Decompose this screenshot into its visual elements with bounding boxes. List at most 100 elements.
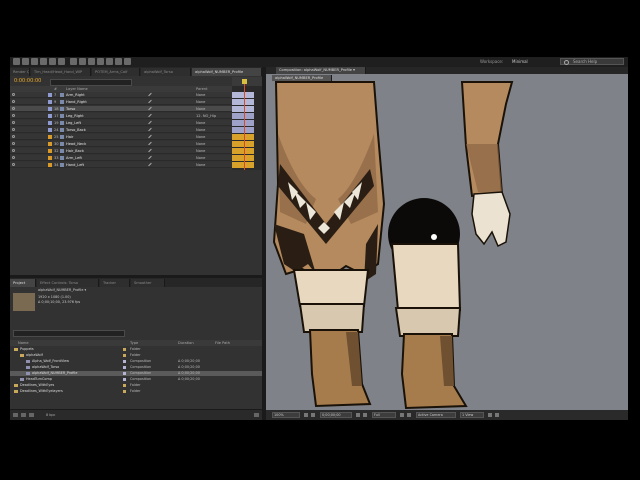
- camera-tool-icon[interactable]: [49, 58, 56, 65]
- layer-duration-bar[interactable]: [232, 92, 254, 98]
- pen-tool-icon[interactable]: [70, 58, 77, 65]
- label-tag[interactable]: [123, 348, 126, 351]
- pick-whip-icon[interactable]: [148, 106, 152, 111]
- pick-whip-icon[interactable]: [148, 120, 152, 125]
- layer-duration-bar[interactable]: [232, 106, 254, 112]
- parent-dropdown[interactable]: None: [196, 92, 205, 98]
- layer-row[interactable]: 18 Torso None: [10, 106, 232, 112]
- label-tag[interactable]: [123, 366, 126, 369]
- layer-name[interactable]: Torso: [66, 106, 75, 112]
- project-item-name[interactable]: Puppets: [20, 347, 34, 352]
- label-color-swatch[interactable]: [48, 114, 52, 118]
- timeline-timecode[interactable]: 0:00:00:00: [14, 78, 41, 85]
- layer-duration-bar[interactable]: [232, 162, 254, 168]
- transparency-grid-icon[interactable]: [407, 413, 411, 417]
- layer-duration-bar[interactable]: [232, 134, 254, 140]
- col-duration[interactable]: Duration: [178, 340, 194, 346]
- pick-whip-icon[interactable]: [148, 148, 152, 153]
- layer-name[interactable]: Hand_Right: [66, 99, 87, 105]
- label-tag[interactable]: [123, 354, 126, 357]
- visibility-eye-icon[interactable]: [12, 156, 15, 159]
- parent-dropdown[interactable]: None: [196, 155, 205, 161]
- layer-row[interactable]: 7 Arm_Right None: [10, 92, 232, 98]
- layer-name[interactable]: Leg_Right: [66, 113, 84, 119]
- parent-dropdown[interactable]: None: [196, 120, 205, 126]
- label-color-swatch[interactable]: [48, 121, 52, 125]
- parent-dropdown[interactable]: None: [196, 106, 205, 112]
- label-tag[interactable]: [123, 384, 126, 387]
- roto-brush-tool-icon[interactable]: [115, 58, 122, 65]
- visibility-eye-icon[interactable]: [12, 114, 15, 117]
- layer-row[interactable]: 30 Head_Neck None: [10, 141, 232, 147]
- brush-tool-icon[interactable]: [88, 58, 95, 65]
- rotate-tool-icon[interactable]: [40, 58, 47, 65]
- layer-name[interactable]: Arm_Right: [66, 92, 85, 98]
- hand-tool-icon[interactable]: [22, 58, 29, 65]
- label-tag[interactable]: [123, 378, 126, 381]
- timeline-track-area[interactable]: [232, 86, 262, 170]
- visibility-eye-icon[interactable]: [12, 107, 15, 110]
- project-item[interactable]: Puppets Folder: [10, 347, 262, 352]
- text-tool-icon[interactable]: [79, 58, 86, 65]
- puppet-tool-icon[interactable]: [124, 58, 131, 65]
- layer-row[interactable]: 19 Leg_Left None: [10, 120, 232, 126]
- label-color-swatch[interactable]: [48, 135, 52, 139]
- parent-dropdown[interactable]: 12. NO_Hip: [196, 113, 216, 119]
- layer-row[interactable]: 33 Arm_Left None: [10, 155, 232, 161]
- project-item-name[interactable]: alphaWolf_Torso: [32, 365, 59, 370]
- clone-stamp-tool-icon[interactable]: [97, 58, 104, 65]
- label-color-swatch[interactable]: [48, 100, 52, 104]
- tab-tracker[interactable]: Tracker: [100, 279, 130, 287]
- bit-depth-button[interactable]: 8 bpc: [46, 412, 55, 418]
- visibility-eye-icon[interactable]: [12, 149, 15, 152]
- layer-name[interactable]: Hair_Back: [66, 148, 84, 154]
- project-item-name[interactable]: alphaWolf_NUMBER_Profile: [32, 371, 77, 376]
- tab-smoother[interactable]: Smoother: [131, 279, 165, 287]
- project-item[interactable]: Deadlines_WithEyelayers Folder: [10, 389, 262, 394]
- parent-dropdown[interactable]: None: [196, 134, 205, 140]
- timeline-search-input[interactable]: [50, 79, 132, 86]
- layer-duration-bar[interactable]: [232, 155, 254, 161]
- layer-duration-bar[interactable]: [232, 141, 254, 147]
- workspace-dropdown[interactable]: Minimal: [512, 58, 528, 65]
- layer-row[interactable]: 24 Torso_Back None: [10, 127, 232, 133]
- project-search-input[interactable]: [13, 330, 125, 337]
- mask-icon[interactable]: [311, 413, 315, 417]
- resolution-dropdown[interactable]: Full: [372, 412, 396, 418]
- magnification-dropdown[interactable]: 100%: [272, 412, 300, 418]
- pick-whip-icon[interactable]: [148, 99, 152, 104]
- col-file-path[interactable]: File Path: [215, 340, 230, 346]
- region-of-interest-icon[interactable]: [400, 413, 404, 417]
- eraser-tool-icon[interactable]: [106, 58, 113, 65]
- col-type[interactable]: Type: [130, 340, 138, 346]
- col-name[interactable]: Name: [18, 340, 29, 346]
- project-item[interactable]: alphaWolf_Torso Composition Δ 0;00;20;00: [10, 365, 262, 370]
- label-color-swatch[interactable]: [48, 93, 52, 97]
- label-color-swatch[interactable]: [48, 149, 52, 153]
- label-color-swatch[interactable]: [48, 107, 52, 111]
- grid-icon[interactable]: [304, 413, 308, 417]
- layer-name[interactable]: Arm_Left: [66, 155, 82, 161]
- layer-name[interactable]: Hand_Left: [66, 162, 84, 168]
- label-tag[interactable]: [123, 372, 126, 375]
- pick-whip-icon[interactable]: [148, 113, 152, 118]
- selection-tool-icon[interactable]: [13, 58, 20, 65]
- label-tag[interactable]: [123, 360, 126, 363]
- views-dropdown[interactable]: 1 View: [460, 412, 484, 418]
- pick-whip-icon[interactable]: [148, 162, 152, 167]
- tab-timeline-active[interactable]: alphaWolf_NUMBER_Profile: [192, 68, 262, 76]
- delete-icon[interactable]: [254, 413, 259, 417]
- tab-composition[interactable]: Composition: alphaWolf_NUMBER_Profile ▾: [276, 67, 366, 74]
- pick-whip-icon[interactable]: [148, 127, 152, 132]
- label-color-swatch[interactable]: [48, 163, 52, 167]
- tab-effect-controls[interactable]: Effect Controls: Torso: [37, 279, 99, 287]
- new-composition-icon[interactable]: [29, 413, 34, 417]
- project-item[interactable]: alphaWolf_NUMBER_Profile Composition Δ 0;0…: [10, 371, 262, 376]
- layer-row[interactable]: 34 Hand_Left None: [10, 162, 232, 168]
- parent-dropdown[interactable]: None: [196, 141, 205, 147]
- search-help-input[interactable]: Search Help: [560, 58, 624, 65]
- parent-dropdown[interactable]: None: [196, 127, 205, 133]
- layer-duration-bar[interactable]: [232, 113, 254, 119]
- time-ruler[interactable]: [232, 77, 262, 86]
- project-item[interactable]: Alpha_Wolf_FrontView Composition Δ 0;00;20…: [10, 359, 262, 364]
